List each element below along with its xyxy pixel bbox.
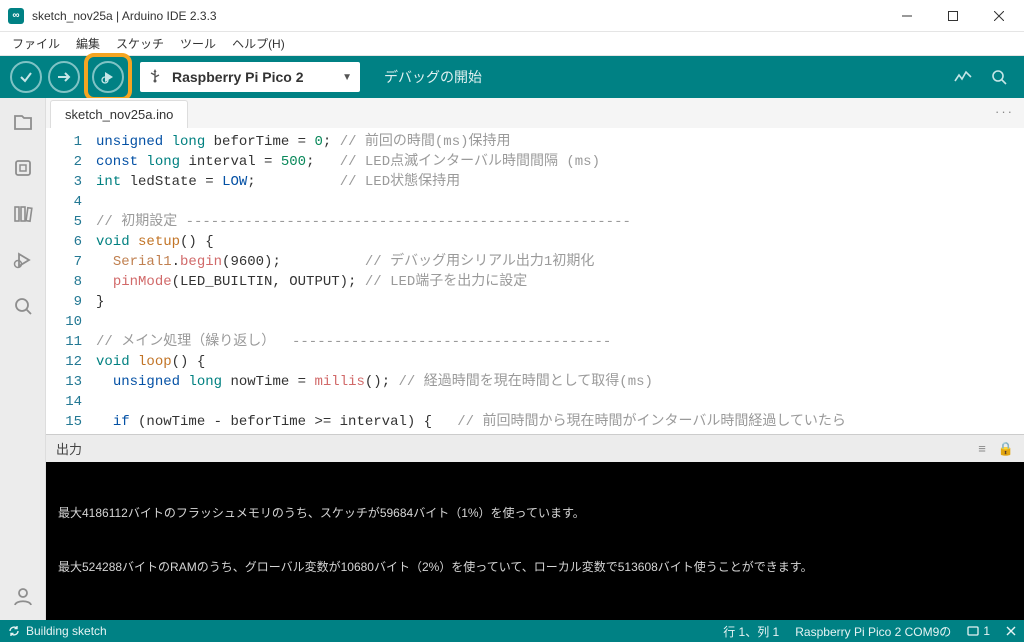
status-cursor[interactable]: 行 1、列 1 [723,623,779,640]
menu-sketch[interactable]: スケッチ [108,33,172,54]
debug-panel-icon[interactable] [9,246,37,274]
status-bar: Building sketch 行 1、列 1 Raspberry Pi Pic… [0,620,1024,642]
app-icon: ∞ [8,8,24,24]
output-panel-header: 出力 ≡ 🔒 [46,434,1024,462]
menu-file[interactable]: ファイル [4,33,68,54]
output-line: 最大4186112バイトのフラッシュメモリのうち、スケッチが59684バイト（1… [58,504,1012,522]
usb-icon [148,69,162,86]
editor-tab-bar: sketch_nov25a.ino ··· [46,98,1024,128]
toolbar: Raspberry Pi Pico 2 ▼ デバッグの開始 [0,56,1024,98]
chevron-down-icon: ▼ [342,72,352,83]
window-maximize-button[interactable] [930,0,976,32]
board-selector[interactable]: Raspberry Pi Pico 2 ▼ [140,62,360,92]
debug-start-label: デバッグの開始 [384,67,482,87]
status-close-icon[interactable] [1006,626,1016,636]
debug-button-highlight [84,53,132,101]
editor-tab[interactable]: sketch_nov25a.ino [50,100,188,128]
activity-bar [0,98,46,620]
output-line: 最大524288バイトのRAMのうち、グローバル変数が10680バイト（2%）を… [58,558,1012,576]
status-building: Building sketch [26,624,107,638]
window-titlebar: ∞ sketch_nov25a | Arduino IDE 2.3.3 [0,0,1024,32]
output-panel[interactable]: 最大4186112バイトのフラッシュメモリのうち、スケッチが59684バイト（1… [46,462,1024,620]
serial-plotter-button[interactable] [948,62,978,92]
menu-edit[interactable]: 編集 [68,33,108,54]
menu-tools[interactable]: ツール [172,33,224,54]
search-icon[interactable] [9,292,37,320]
board-name: Raspberry Pi Pico 2 [172,69,332,85]
library-manager-icon[interactable] [9,200,37,228]
debug-button[interactable] [92,61,124,93]
tab-overflow-button[interactable]: ··· [995,104,1014,119]
boards-manager-icon[interactable] [9,154,37,182]
menu-help[interactable]: ヘルプ(H) [224,33,293,54]
upload-button[interactable] [48,61,80,93]
output-options-icon[interactable]: ≡ [978,441,986,456]
code-editor[interactable]: 1unsigned long beforTime = 0; // 前回の時間(m… [46,128,1024,434]
status-notifications[interactable]: 1 [967,624,990,638]
verify-button[interactable] [10,61,42,93]
output-title: 出力 [56,439,82,458]
sketchbook-icon[interactable] [9,108,37,136]
window-title: sketch_nov25a | Arduino IDE 2.3.3 [32,9,884,23]
sync-icon[interactable] [8,625,20,637]
window-close-button[interactable] [976,0,1022,32]
serial-monitor-button[interactable] [984,62,1014,92]
status-board[interactable]: Raspberry Pi Pico 2 COM9の [795,623,951,640]
account-icon[interactable] [9,582,37,610]
output-lock-icon[interactable]: 🔒 [998,441,1014,457]
menu-bar: ファイル 編集 スケッチ ツール ヘルプ(H) [0,32,1024,56]
window-minimize-button[interactable] [884,0,930,32]
